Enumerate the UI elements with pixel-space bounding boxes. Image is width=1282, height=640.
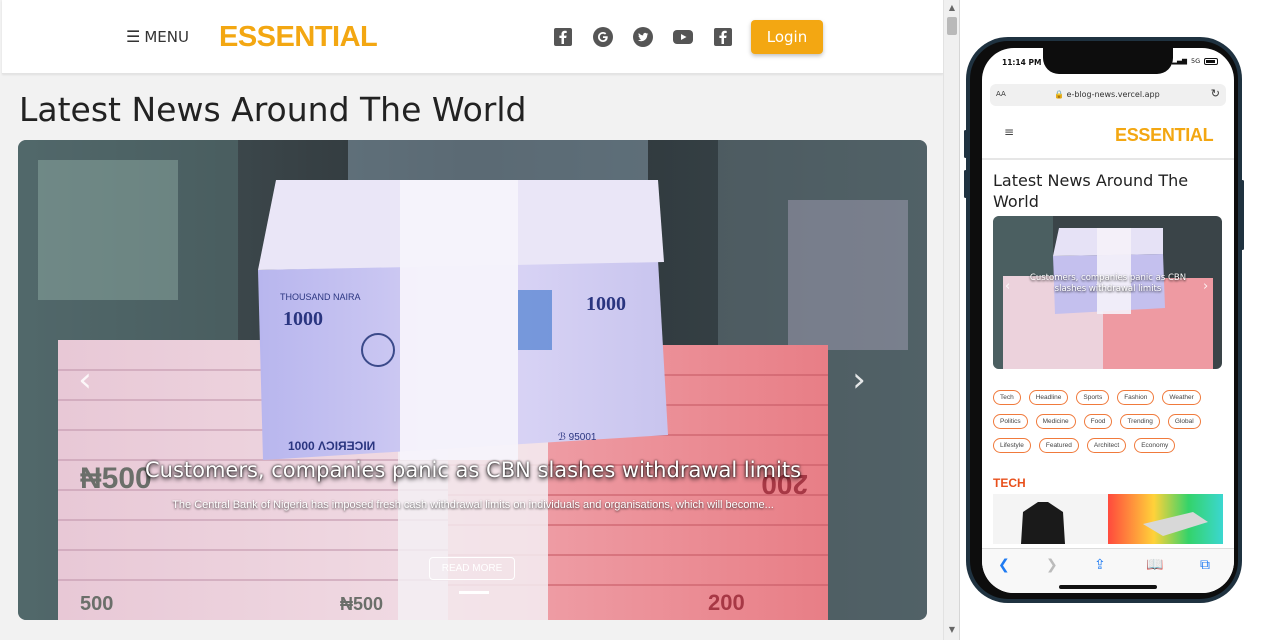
mobile-hero-headline[interactable]: Customers, companies panic as CBN slashe… (1023, 273, 1193, 295)
category-tag[interactable]: Food (1083, 414, 1113, 429)
tech-article-image[interactable] (993, 494, 1223, 544)
twitter-icon[interactable] (632, 26, 654, 48)
mobile-carousel-next-button[interactable]: › (1203, 279, 1208, 294)
phone-bezel: 11:14 PM ▂▄▆ 5G AA 🔒 e-blog-news.vercel.… (970, 41, 1238, 599)
status-time: 11:14 PM (1002, 58, 1042, 67)
hamburger-icon[interactable]: ≡ (1004, 125, 1014, 139)
mobile-carousel-prev-button[interactable]: ‹ (1005, 279, 1010, 294)
carousel-prev-button[interactable]: ‹ (70, 360, 100, 400)
category-tag[interactable]: Trending (1120, 414, 1160, 429)
category-tag[interactable]: Featured (1038, 438, 1079, 453)
signal-icon: ▂▄▆ (1172, 57, 1187, 65)
hamburger-icon: ☰ (126, 27, 141, 46)
phone-notch (1043, 48, 1173, 74)
category-tag[interactable]: Global (1167, 414, 1201, 429)
mobile-site-header: ≡ ESSENTIAL (982, 112, 1234, 160)
tabs-icon[interactable]: ⧉ (1200, 557, 1210, 573)
desktop-viewport: ☰ MENU ESSENTIAL Login Latest News Aroun… (0, 0, 960, 640)
category-tag[interactable]: Fashion (1117, 390, 1155, 405)
url-bar[interactable]: AA 🔒 e-blog-news.vercel.app ↻ (990, 84, 1226, 106)
share-icon[interactable]: ⇪ (1094, 557, 1106, 573)
category-tag[interactable]: Weather (1162, 390, 1201, 405)
url-text: 🔒 e-blog-news.vercel.app (1054, 90, 1160, 99)
category-tags: Tech Headline Sports Fashion Weather Politics… (993, 390, 1223, 453)
google-icon[interactable] (592, 26, 614, 48)
page-title: Latest News Around The World (19, 90, 527, 129)
hero-summary: The Central Bank of Nigeria has imposed … (172, 499, 774, 511)
category-tag[interactable]: Economy (1134, 438, 1176, 453)
svg-text:1000 ɅƆIЯƎϽIИ: 1000 ɅƆIЯƎϽIИ (288, 439, 375, 453)
category-tag[interactable]: Tech (993, 390, 1021, 405)
read-more-button[interactable]: READ MORE (429, 557, 515, 580)
site-header: ☰ MENU ESSENTIAL Login (2, 0, 943, 74)
mobile-page-title: Latest News Around The World (993, 171, 1189, 211)
facebook-icon[interactable] (712, 26, 734, 48)
scroll-up-icon[interactable]: ▲ (944, 2, 959, 14)
carousel-indicator[interactable] (459, 591, 489, 594)
reader-mode-button[interactable]: AA (996, 90, 1006, 98)
reload-icon[interactable]: ↻ (1211, 87, 1220, 100)
carousel-next-button[interactable]: › (844, 360, 874, 400)
category-tag[interactable]: Medicine (1035, 414, 1076, 429)
login-button[interactable]: Login (751, 20, 823, 54)
svg-text:500: 500 (80, 593, 113, 615)
scrollbar[interactable]: ▲ ▼ (943, 0, 959, 640)
hero-caption: Customers, companies panic as CBN slashe… (128, 456, 818, 511)
section-label-tech: TECH (993, 476, 1026, 490)
hero-carousel[interactable]: ₦500 500 ₦500 200 200 1000 1000 THOUSAND… (18, 140, 927, 620)
menu-label: MENU (144, 27, 189, 46)
home-indicator (1059, 585, 1157, 589)
site-logo[interactable]: ESSENTIAL (219, 21, 378, 54)
network-label: 5G (1191, 57, 1201, 65)
social-links (552, 26, 734, 48)
phone-mockup: 11:14 PM ▂▄▆ 5G AA 🔒 e-blog-news.vercel.… (966, 37, 1242, 603)
forward-icon[interactable]: ❯ (1046, 557, 1058, 573)
battery-icon (1204, 57, 1219, 65)
mobile-hero-carousel[interactable]: ‹ › Customers, companies panic as CBN sl… (993, 216, 1222, 369)
svg-text:ℬ 95001: ℬ 95001 (558, 432, 597, 443)
svg-text:200: 200 (708, 590, 745, 615)
mobile-site-logo[interactable]: ESSENTIAL (1115, 125, 1214, 146)
category-tag[interactable]: Headline (1028, 390, 1069, 405)
category-tag[interactable]: Sports (1076, 390, 1110, 405)
hero-headline[interactable]: Customers, companies panic as CBN slashe… (128, 456, 818, 485)
scroll-thumb[interactable] (947, 17, 957, 35)
youtube-icon[interactable] (672, 26, 694, 48)
svg-text:₦500: ₦500 (340, 594, 383, 614)
status-indicators: ▂▄▆ 5G (1172, 57, 1219, 65)
back-icon[interactable]: ❮ (998, 557, 1010, 573)
category-tag[interactable]: Architect (1086, 438, 1127, 453)
svg-text:1000: 1000 (283, 308, 323, 330)
bookmarks-icon[interactable]: 📖 (1146, 557, 1163, 573)
svg-text:THOUSAND NAIRA: THOUSAND NAIRA (280, 292, 361, 302)
scroll-down-icon[interactable]: ▼ (944, 624, 959, 636)
category-tag[interactable]: Lifestyle (993, 438, 1031, 453)
category-tag[interactable]: Politics (993, 414, 1028, 429)
menu-button[interactable]: ☰ MENU (126, 27, 189, 46)
phone-screen: 11:14 PM ▂▄▆ 5G AA 🔒 e-blog-news.vercel.… (982, 48, 1234, 593)
facebook-icon[interactable] (552, 26, 574, 48)
svg-text:1000: 1000 (586, 293, 626, 315)
url-value: e-blog-news.vercel.app (1066, 90, 1160, 99)
hero-image: ₦500 500 ₦500 200 200 1000 1000 THOUSAND… (18, 140, 927, 620)
